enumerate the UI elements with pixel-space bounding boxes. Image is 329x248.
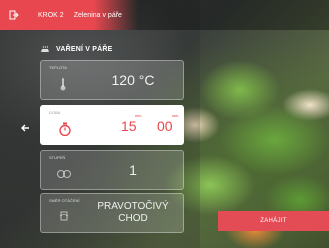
time-label: DOBA [49, 110, 61, 115]
timer-icon [59, 122, 71, 136]
speed-icon [57, 170, 71, 178]
temperature-card[interactable]: TEPLOTA 120 °C [40, 60, 184, 100]
top-bar: KROK 2 Zelenina v páře [0, 0, 329, 30]
seconds-value[interactable]: 00 [157, 118, 173, 134]
temperature-label: TEPLOTA [49, 65, 67, 70]
exit-icon [9, 10, 19, 20]
seconds-unit: sek. [172, 113, 180, 118]
steam-icon [41, 45, 49, 52]
rotation-label: SMĚR OTÁČENÍ [49, 198, 80, 203]
start-button[interactable]: ZAHÁJIT [218, 211, 329, 231]
thermometer-icon [60, 78, 66, 91]
breadcrumb-category: Zelenina v páře [73, 11, 122, 19]
breadcrumb-step: KROK 2 [38, 11, 64, 19]
temperature-value: 120 °C [111, 72, 155, 88]
level-card[interactable]: STUPEŇ 1 [40, 150, 184, 190]
rotation-value: PRAVOTOČIVÝ CHOD [87, 194, 179, 232]
breadcrumb: KROK 2 Zelenina v páře [28, 0, 138, 30]
back-arrow-icon[interactable] [20, 123, 30, 133]
section-title-text: VAŘENÍ V PÁŘE [56, 45, 113, 53]
section-title: VAŘENÍ V PÁŘE [40, 45, 113, 53]
time-value: min. sek. 15 00 [87, 106, 179, 144]
exit-button[interactable] [0, 0, 28, 30]
rotation-value-line1: PRAVOTOČIVÝ [97, 201, 169, 212]
rotation-value-line2: CHOD [118, 213, 148, 224]
level-value: 1 [129, 162, 137, 178]
level-label: STUPEŇ [49, 155, 66, 160]
minutes-value[interactable]: 15 [121, 118, 137, 134]
time-card[interactable]: DOBA min. sek. 15 00 [40, 105, 184, 145]
rotation-card[interactable]: SMĚR OTÁČENÍ PRAVOTOČIVÝ CHOD [40, 193, 184, 233]
rotation-icon [59, 211, 69, 221]
